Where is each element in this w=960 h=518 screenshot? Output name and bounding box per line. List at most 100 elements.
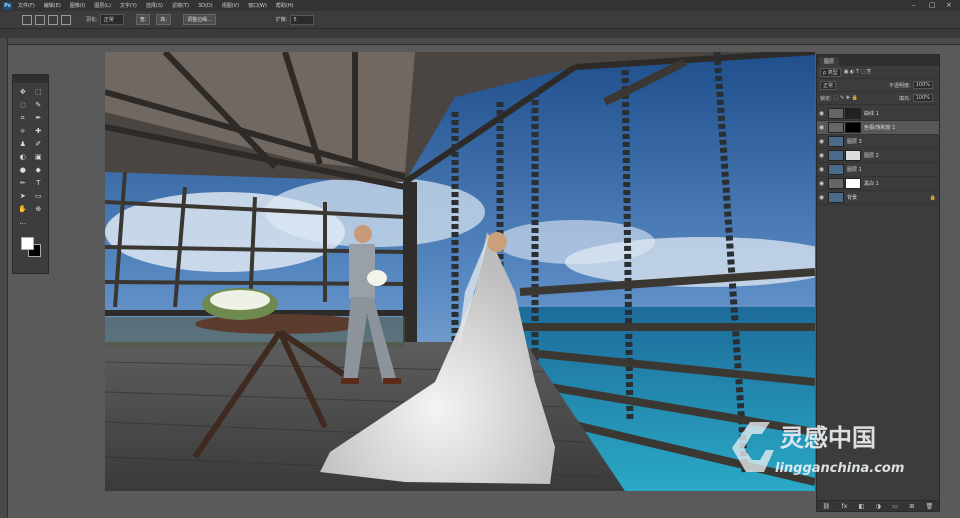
menu-type[interactable]: 文字(Y) (120, 2, 137, 9)
tab-layers[interactable]: 图层 (819, 57, 840, 66)
eye-icon[interactable]: ◉ (817, 180, 826, 187)
foreground-color-swatch[interactable] (21, 237, 34, 250)
document-tab-bar (0, 29, 960, 38)
vertical-ruler (0, 38, 8, 518)
height-button[interactable]: 高: (156, 14, 172, 25)
shape-tool-icon[interactable]: ▭ (31, 190, 47, 202)
link-layers-icon[interactable]: ⛓ (823, 503, 831, 510)
eye-icon[interactable]: ◉ (817, 124, 826, 131)
lasso-tool-icon[interactable]: ◌ (15, 99, 31, 111)
eyedropper-tool-icon[interactable]: ✒ (31, 112, 47, 124)
selection-mode-icons[interactable] (22, 14, 74, 25)
document-canvas[interactable] (105, 52, 815, 491)
minimize-button[interactable]: – (912, 1, 916, 9)
menu-layer[interactable]: 图层(L) (94, 2, 111, 9)
menu-filter[interactable]: 滤镜(T) (172, 2, 189, 9)
more-tools-tool-icon[interactable]: … (15, 216, 31, 228)
eye-icon[interactable]: ◉ (817, 194, 826, 201)
new-group-icon[interactable]: ▭ (892, 503, 898, 510)
layer-list: ◉ 曲线 1 ◉ 色相/饱和度 1 ◉ 图层 3 ◉ 图层 2 ◉ 图层 1 ◉… (817, 107, 939, 205)
delete-layer-icon[interactable]: 🗑 (926, 503, 934, 510)
menu-select[interactable]: 选择(S) (146, 2, 163, 9)
zoom-tool-icon[interactable]: ⊕ (31, 203, 47, 215)
menu-help[interactable]: 帮助(H) (276, 2, 294, 9)
blank-tool-icon[interactable] (31, 216, 47, 228)
layer-row-layer-1[interactable]: ◉ 图层 1 (817, 163, 939, 177)
marquee-tool-icon[interactable]: ⬚ (31, 86, 47, 98)
layer-row-hue-saturation-1[interactable]: ◉ 色相/饱和度 1 (817, 121, 939, 135)
history-brush-tool-icon[interactable]: ✐ (31, 138, 47, 150)
wedding-photo (105, 52, 815, 491)
crop-tool-icon[interactable]: ⌗ (15, 112, 31, 124)
move-tool-icon[interactable]: ✥ (15, 86, 31, 98)
eraser-tool-icon[interactable]: ◐ (15, 151, 31, 163)
tools-panel-header[interactable] (13, 75, 48, 83)
add-mask-icon[interactable]: ◧ (859, 503, 865, 510)
layer-row-layer-3[interactable]: ◉ 图层 3 (817, 135, 939, 149)
eye-icon[interactable]: ◉ (817, 138, 826, 145)
refine-edge-button[interactable]: 调整边缘... (183, 14, 216, 25)
layer-row-curves-1[interactable]: ◉ 曲线 1 (817, 107, 939, 121)
clone-stamp-tool-icon[interactable]: ♟ (15, 138, 31, 150)
menu-edit[interactable]: 编辑(E) (44, 2, 61, 9)
watermark: 灵感中国 lingganchina.com (730, 414, 940, 484)
layer-row-black-white-1[interactable]: ◉ 黑白 1 (817, 177, 939, 191)
eye-icon[interactable]: ◉ (817, 110, 826, 117)
feather-input[interactable]: 正常 (99, 14, 124, 25)
horizontal-ruler (7, 38, 960, 45)
gradient-tool-icon[interactable]: ▣ (31, 151, 47, 163)
menu-image[interactable]: 图像(I) (70, 2, 85, 9)
expand-input[interactable]: 5 (289, 14, 314, 25)
hand-tool-icon[interactable]: ✋ (15, 203, 31, 215)
add-selection-icon[interactable] (35, 14, 45, 25)
lock-fill-row: 锁定: ⬚ ✎ ✥ 🔒 填充: 100% (817, 92, 939, 105)
layer-mask-thumbnail (845, 178, 861, 189)
lock-icons[interactable]: ⬚ ✎ ✥ 🔒 (834, 95, 858, 101)
fill-label: 填充: (899, 95, 911, 102)
pen-tool-icon[interactable]: ✏ (15, 177, 31, 189)
layer-thumbnail (828, 136, 844, 147)
menu-window[interactable]: 窗口(W) (248, 2, 267, 9)
menu-3d[interactable]: 3D(D) (198, 3, 213, 9)
path-select-tool-icon[interactable]: ➤ (15, 190, 31, 202)
layer-thumbnail (828, 192, 844, 203)
feather-label: 羽化: (86, 17, 98, 23)
healing-tool-icon[interactable]: ⟡ (15, 125, 31, 137)
lock-label: 锁定: (820, 95, 832, 102)
menu-file[interactable]: 文件(F) (18, 2, 35, 9)
layer-name: 图层 1 (847, 167, 862, 173)
layer-mask-thumbnail (845, 150, 861, 161)
subtract-selection-icon[interactable] (48, 14, 58, 25)
layer-row-background[interactable]: ◉ 背景 🔒 (817, 191, 939, 205)
type-tool-icon[interactable]: T (31, 177, 47, 189)
watermark-brand-text: 灵感中国 (780, 424, 876, 452)
eye-icon[interactable]: ◉ (817, 152, 826, 159)
brush-tool-icon[interactable]: ✚ (31, 125, 47, 137)
quick-select-tool-icon[interactable]: ✎ (31, 99, 47, 111)
menu-bar: Ps 文件(F) 编辑(E) 图像(I) 图层(L) 文字(Y) 选择(S) 滤… (0, 0, 960, 11)
lock-icon: 🔒 (929, 194, 936, 201)
eye-icon[interactable]: ◉ (817, 166, 826, 173)
adjustment-layer-icon[interactable]: ◑ (876, 503, 881, 510)
blur-tool-icon[interactable]: ● (15, 164, 31, 176)
menu-view[interactable]: 视图(V) (222, 2, 239, 9)
layer-name: 黑白 1 (864, 181, 879, 187)
new-selection-icon[interactable] (22, 14, 32, 25)
layer-name: 图层 2 (864, 153, 879, 159)
width-button[interactable]: 宽: (135, 14, 151, 25)
watermark-domain-text: lingganchina.com (775, 461, 904, 476)
expand-label: 扩散: (275, 17, 288, 23)
fill-input[interactable]: 100% (912, 94, 933, 102)
opacity-input[interactable]: 100% (912, 81, 933, 89)
intersect-selection-icon[interactable] (61, 14, 71, 25)
watermark-logo: 灵感中国 lingganchina.com (732, 422, 904, 476)
filter-icons[interactable]: ▣ ◐ T ⬚ ⎘ (844, 69, 871, 75)
close-button[interactable]: × (946, 1, 952, 9)
kind-filter-select[interactable]: ρ 类型 (820, 67, 841, 77)
layer-row-layer-2[interactable]: ◉ 图层 2 (817, 149, 939, 163)
maximize-button[interactable]: □ (929, 1, 936, 9)
blend-mode-select[interactable]: 正常 (820, 80, 837, 90)
dodge-tool-icon[interactable]: ◆ (31, 164, 47, 176)
new-layer-icon[interactable]: ⊞ (909, 503, 914, 510)
layer-style-icon[interactable]: fx (842, 503, 848, 510)
